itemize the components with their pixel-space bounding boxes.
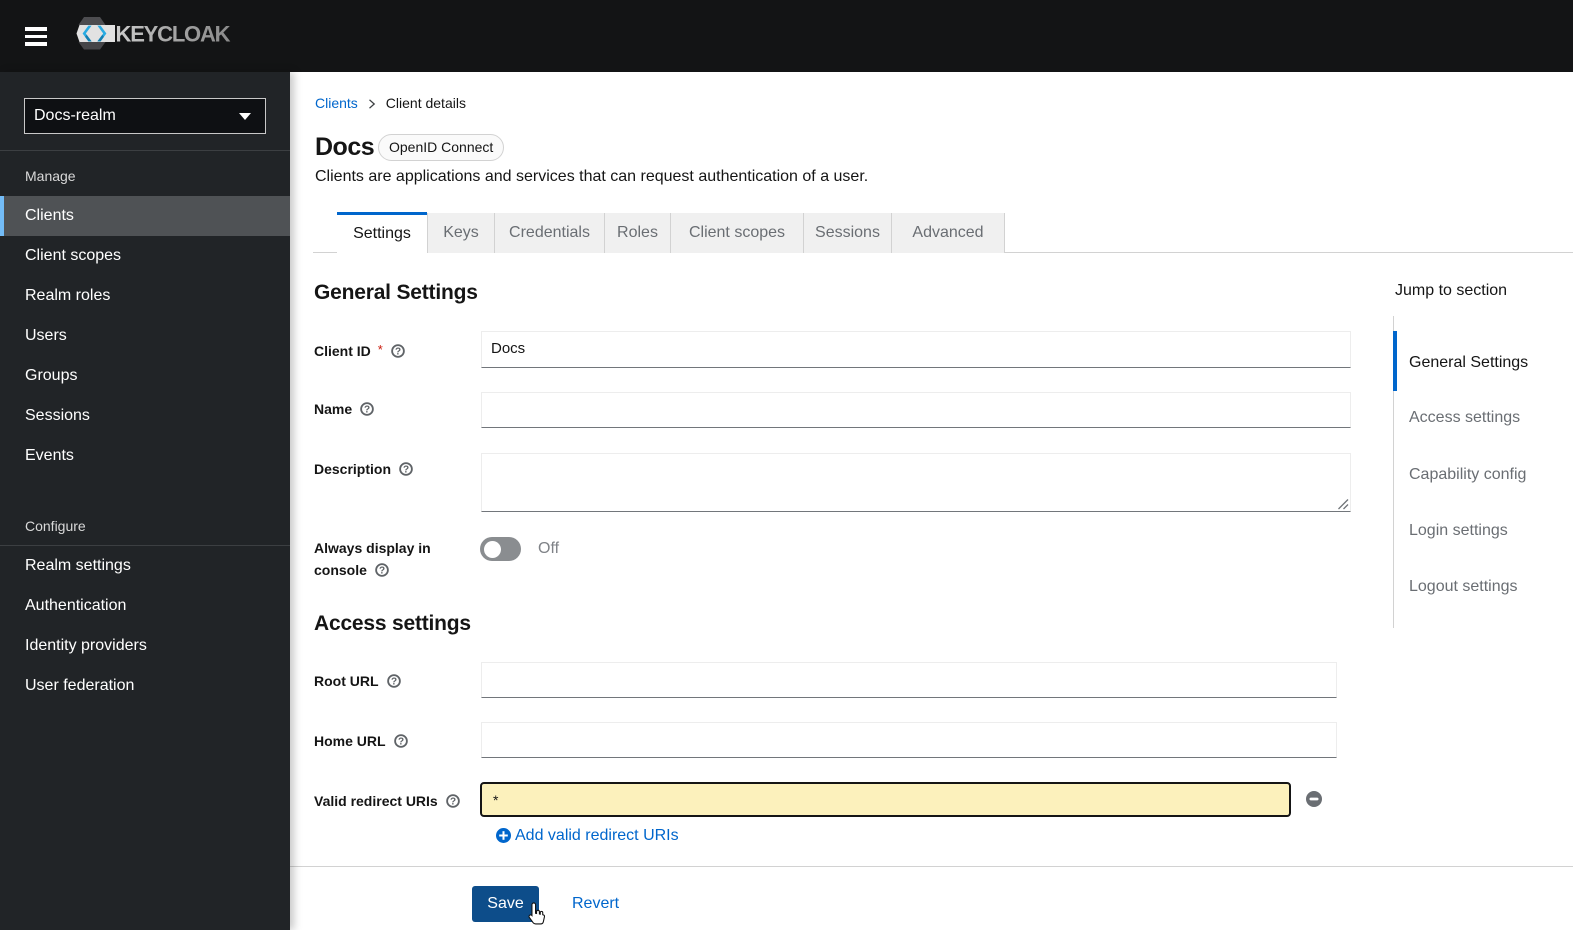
svg-text:?: ?: [403, 465, 409, 476]
svg-text:?: ?: [364, 405, 370, 416]
svg-text:?: ?: [398, 737, 404, 748]
svg-text:?: ?: [390, 677, 396, 688]
svg-text:?: ?: [450, 797, 456, 808]
svg-text:?: ?: [395, 347, 401, 358]
svg-text:?: ?: [379, 566, 385, 577]
svg-text:KEYCLOAK: KEYCLOAK: [116, 22, 231, 47]
